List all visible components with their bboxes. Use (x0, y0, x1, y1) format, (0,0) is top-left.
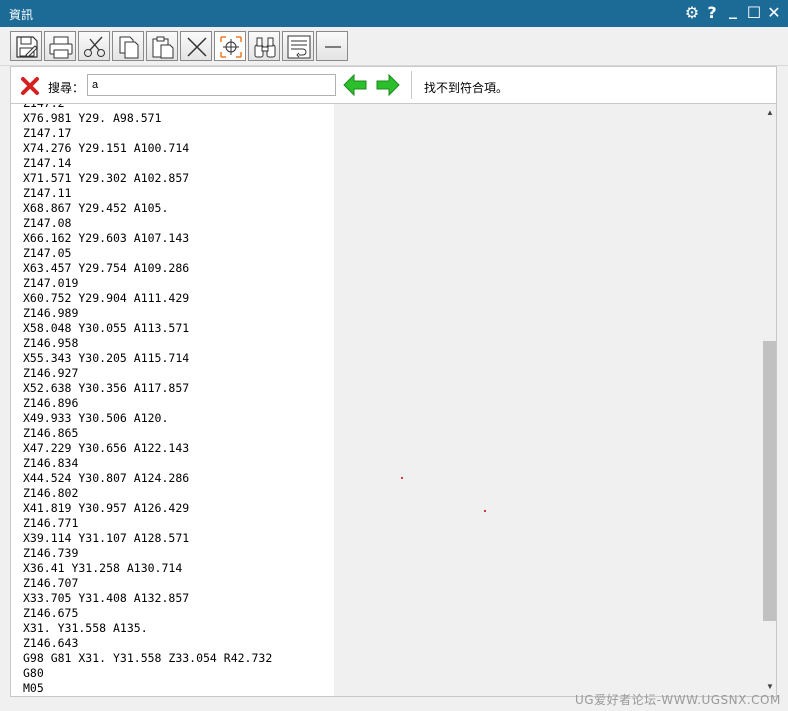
code-line: X74.276 Y29.151 A100.714 (23, 141, 190, 155)
code-line: Z147.08 (23, 216, 72, 230)
code-line: X68.867 Y29.452 A105. (23, 201, 169, 215)
gear-icon[interactable]: ⚙ (683, 3, 701, 23)
paste-button[interactable] (146, 31, 178, 61)
code-line: X33.705 Y31.408 A132.857 (23, 591, 190, 605)
code-line: X63.457 Y29.754 A109.286 (23, 261, 190, 275)
code-lines[interactable]: Z147.2X76.981 Y29. A98.571Z147.17X74.276… (23, 104, 272, 696)
code-line: M05 (23, 681, 44, 695)
code-line: X36.41 Y31.258 A130.714 (23, 561, 183, 575)
code-line: Z146.834 (23, 456, 79, 470)
scroll-thumb[interactable] (763, 341, 776, 621)
window-title: 資訊 (9, 8, 34, 22)
code-line: X41.819 Y30.957 A126.429 (23, 501, 190, 515)
content-area: Z147.2X76.981 Y29. A98.571Z147.17X74.276… (10, 104, 777, 697)
save-icon (16, 36, 38, 58)
title-bar[interactable]: 資訊 ⚙ ? _ ☐ ✕ (0, 0, 788, 27)
wrap-icon (287, 35, 311, 59)
code-line: Z146.958 (23, 336, 79, 350)
select-button[interactable] (214, 31, 246, 61)
next-arrow-icon[interactable] (375, 73, 401, 97)
search-label: 搜尋： (48, 81, 85, 95)
code-line: X49.933 Y30.506 A120. (23, 411, 169, 425)
code-line: Z147.2 (23, 104, 272, 111)
code-line: Z146.707 (23, 576, 79, 590)
code-line: Z147.14 (23, 156, 72, 170)
code-line: Z146.802 (23, 486, 79, 500)
cut-icon (84, 36, 105, 57)
search-status: 找不到符合項。 (424, 81, 509, 95)
print-icon (49, 36, 73, 59)
save-button[interactable] (10, 31, 42, 61)
paste-icon (152, 36, 174, 59)
code-line: Z146.927 (23, 366, 79, 380)
minimize-icon[interactable]: _ (724, 0, 742, 20)
marker-dot (484, 510, 486, 512)
print-button[interactable] (44, 31, 76, 61)
scroll-up-icon[interactable]: ▲ (765, 108, 775, 118)
code-line: Z146.739 (23, 546, 79, 560)
search-separator (411, 71, 412, 99)
search-input[interactable] (87, 74, 336, 96)
code-line: Z147.019 (23, 276, 79, 290)
search-bar: 搜尋： 找不到符合項。 (10, 66, 777, 104)
code-line: X66.162 Y29.603 A107.143 (23, 231, 190, 245)
code-line: X58.048 Y30.055 A113.571 (23, 321, 190, 335)
find-button[interactable] (248, 31, 280, 61)
binoculars-icon (254, 37, 276, 58)
cut-button[interactable] (78, 31, 110, 61)
code-line: X52.638 Y30.356 A117.857 (23, 381, 190, 395)
code-line: G80 (23, 666, 44, 680)
watermark: UG爱好者论坛-WWW.UGSNX.COM (575, 693, 781, 707)
help-icon[interactable]: ? (703, 3, 721, 23)
copy-button[interactable] (112, 31, 144, 61)
code-line: X55.343 Y30.205 A115.714 (23, 351, 190, 365)
code-line: Z146.989 (23, 306, 79, 320)
select-icon (220, 36, 242, 58)
close-search-icon[interactable] (20, 76, 40, 96)
code-line: Z147.11 (23, 186, 72, 200)
code-line: Z147.05 (23, 246, 72, 260)
copy-icon (119, 36, 139, 59)
delete-button[interactable] (180, 31, 212, 61)
code-line: X71.571 Y29.302 A102.857 (23, 171, 190, 185)
code-line: X39.114 Y31.107 A128.571 (23, 531, 190, 545)
code-line: Z147.17 (23, 126, 72, 140)
code-line: Z146.896 (23, 396, 79, 410)
code-line: G98 G81 X31. Y31.558 Z33.054 R42.732 (23, 651, 273, 665)
vertical-scrollbar[interactable]: ▲ ▼ (763, 104, 776, 696)
code-line: Z146.675 (23, 606, 79, 620)
collapse-icon (325, 46, 341, 48)
code-line: X76.981 Y29. A98.571 (23, 111, 162, 125)
close-icon[interactable]: ✕ (765, 3, 783, 23)
wrap-button[interactable] (282, 31, 314, 61)
collapse-button[interactable] (316, 31, 348, 61)
code-line: X31. Y31.558 A135. (23, 621, 148, 635)
toolbar (0, 27, 788, 66)
code-line: X47.229 Y30.656 A122.143 (23, 441, 190, 455)
text-pane[interactable]: Z147.2X76.981 Y29. A98.571Z147.17X74.276… (11, 104, 334, 696)
delete-icon (187, 37, 207, 57)
code-line: Z146.643 (23, 636, 79, 650)
maximize-icon[interactable]: ☐ (745, 3, 763, 23)
code-line: Z146.771 (23, 516, 79, 530)
code-line: Z146.865 (23, 426, 79, 440)
marker-dot (401, 477, 403, 479)
previous-arrow-icon[interactable] (342, 73, 368, 97)
code-line: X60.752 Y29.904 A111.429 (23, 291, 190, 305)
code-line: X44.524 Y30.807 A124.286 (23, 471, 190, 485)
